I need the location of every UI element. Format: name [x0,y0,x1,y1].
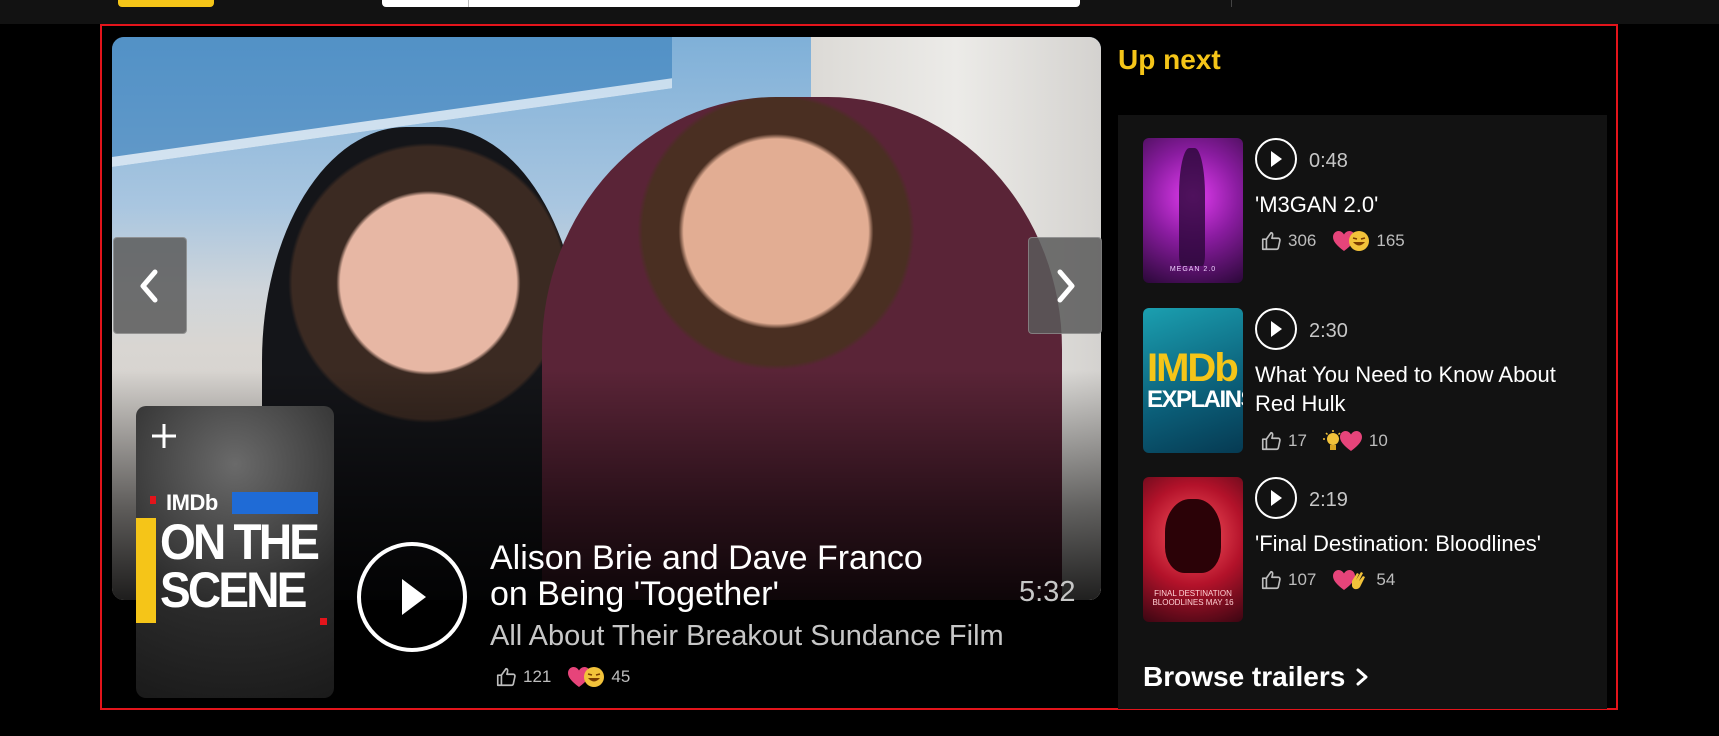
up-next-thumbnail[interactable]: IMDb EXPLAINS [1143,308,1243,453]
browse-trailers-label: Browse trailers [1143,661,1346,692]
play-item-button[interactable] [1255,308,1297,350]
item-likes-count: 107 [1288,570,1317,589]
hero-reactions-count: 45 [611,667,631,686]
play-icon [1271,490,1282,506]
thumbs-up-icon[interactable] [1260,230,1282,252]
play-video-button[interactable] [357,542,467,652]
item-reactions-count: 54 [1376,570,1396,589]
add-to-watchlist-button[interactable] [142,414,186,458]
browse-trailers-link[interactable]: Browse trailers [1143,661,1369,693]
up-next-thumbnail[interactable]: FINAL DESTINATION BLOODLINES MAY 16 [1143,477,1243,622]
item-duration: 2:30 [1309,320,1348,342]
item-stats: 306 165 [1260,230,1421,252]
thumbnail-caption: EXPLAINS [1147,386,1243,413]
carousel-next-button[interactable] [1028,237,1102,334]
item-reactions-count: 10 [1368,431,1388,450]
thumbnail-skull [1165,499,1221,573]
item-title[interactable]: 'Final Destination: Bloodlines' [1255,529,1590,558]
item-title[interactable]: What You Need to Know About Red Hulk [1255,360,1590,418]
top-navigation-bar [0,0,1719,24]
poster-title: ON THE SCENE [160,514,320,618]
poster-accent-red [150,496,156,504]
poster-brand: IMDb [166,490,218,515]
poster-title-line2: SCENE [160,562,307,618]
laugh-emoji-icon [1349,231,1370,251]
play-item-button[interactable] [1255,138,1297,180]
chevron-left-icon [140,269,158,302]
carousel-prev-button[interactable] [113,237,187,334]
hero-title[interactable]: Alison Brie and Dave Franco on Being 'To… [490,540,970,612]
item-likes-count: 17 [1288,431,1307,450]
play-icon [1271,321,1282,337]
laugh-emoji-icon [584,667,605,687]
search-bar[interactable] [382,0,1080,7]
nav-separator [1231,0,1232,7]
poster-title-line1: ON THE [160,514,320,570]
hero-poster[interactable]: IMDb ON THE SCENE [136,406,334,698]
item-duration: 2:19 [1309,489,1348,511]
thumbs-up-icon[interactable] [1260,569,1282,591]
thumbnail-caption: MEGAN 2.0 [1169,266,1217,273]
thumbs-up-icon[interactable] [495,666,517,688]
hero-duration: 5:32 [1019,576,1076,608]
heart-icon[interactable] [1339,430,1363,452]
item-stats: 107 54 [1260,569,1411,591]
up-next-heading: Up next [1118,44,1221,75]
poster-accent-yellow [136,518,156,623]
play-icon [402,579,426,615]
play-item-button[interactable] [1255,477,1297,519]
thumbnail-caption: FINAL DESTINATION BLOODLINES MAY 16 [1152,589,1234,607]
clap-icon [1352,572,1366,590]
thumbnail-figure [1179,148,1205,266]
plus-icon [152,424,176,448]
thumbnail-brand: IMDb [1147,346,1239,390]
item-reactions-count: 165 [1376,231,1405,250]
imdb-logo[interactable] [118,0,214,7]
up-next-thumbnail[interactable]: MEGAN 2.0 [1143,138,1243,283]
item-likes-count: 306 [1288,231,1317,250]
item-title[interactable]: 'M3GAN 2.0' [1255,190,1590,219]
thumbs-up-icon[interactable] [1260,430,1282,452]
search-divider [468,0,469,7]
poster-accent-blue [232,492,318,514]
item-stats: 17 10 [1260,430,1404,452]
play-icon [1271,151,1282,167]
hero-likes-count: 121 [523,667,552,686]
poster-accent-red-2 [320,618,327,625]
chevron-right-icon [1057,269,1075,302]
hero-stats: 121 45 [495,666,646,688]
item-duration: 0:48 [1309,150,1348,172]
chevron-right-small-icon [1356,668,1368,686]
hero-subtitle: All About Their Breakout Sundance Film [490,620,1004,652]
